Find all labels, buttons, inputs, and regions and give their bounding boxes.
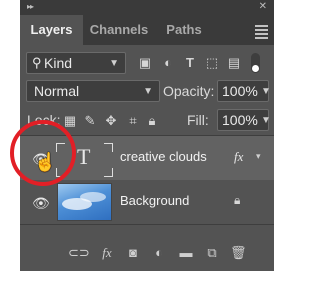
layers-footer-bar: ⊂⊃ fx ◙ ◐ ▬ ⧉ 🗑︎ (20, 233, 274, 271)
blend-mode-select[interactable]: Normal ▼ (26, 80, 160, 102)
filter-smart-objects-icon[interactable]: ▤ (226, 55, 242, 71)
layer-name[interactable]: creative clouds (120, 149, 207, 164)
lock-all-icon[interactable]: 🔒︎ (145, 113, 159, 129)
panel-tab-bar: Layers Channels Paths (20, 15, 274, 45)
fill-value: 100% (222, 112, 258, 128)
blend-mode-value: Normal (34, 83, 80, 99)
fill-chevron-icon[interactable]: ▼ (261, 115, 271, 126)
search-icon: ⚲ (32, 55, 42, 70)
add-mask-icon[interactable]: ◙ (125, 245, 141, 260)
opacity-value: 100% (222, 83, 258, 99)
background-layer-thumbnail (57, 183, 112, 221)
tab-channels[interactable]: Channels (83, 15, 155, 45)
expand-effects-chevron-icon[interactable]: ▾ (256, 151, 261, 162)
new-group-icon[interactable]: ▬ (178, 245, 194, 260)
thumb-corner-br (104, 168, 113, 177)
link-layers-icon[interactable]: ⊂⊃ (68, 245, 90, 261)
filter-toggle-knob (252, 65, 259, 72)
layer-name[interactable]: Background (120, 193, 189, 208)
opacity-chevron-icon[interactable]: ▼ (261, 86, 271, 97)
lock-image-pixels-icon[interactable]: ✎ (83, 113, 97, 129)
cloud-shape (80, 192, 106, 202)
type-glyph: T (77, 144, 91, 169)
close-panel-icon[interactable]: ✕ (259, 1, 267, 12)
filter-shape-layers-icon[interactable]: ⬚ (204, 55, 220, 71)
filter-type-layers-icon[interactable]: T (182, 55, 198, 71)
divider (20, 224, 274, 225)
visibility-eye-icon[interactable]: 👁︎ (32, 195, 50, 212)
hand-cursor-icon: ☝ (34, 152, 57, 172)
panel-menu-icon[interactable] (255, 25, 268, 41)
lock-position-icon[interactable]: ✥ (104, 113, 118, 129)
new-layer-icon[interactable]: ⧉ (204, 245, 220, 261)
collapse-panel-icon[interactable]: ▸▸ (27, 2, 34, 11)
lock-artboard-icon[interactable]: ⌗ (126, 113, 140, 129)
filter-kind-label: Kind (44, 55, 73, 71)
chevron-down-icon: ▼ (143, 86, 153, 97)
filter-adjustment-layers-icon[interactable]: ◐ (160, 55, 176, 71)
new-adjustment-layer-icon[interactable]: ◐ (151, 245, 167, 260)
opacity-label: Opacity: (163, 83, 215, 99)
filter-toggle-switch[interactable] (251, 53, 260, 73)
fill-label: Fill: (187, 112, 209, 128)
lock-transparent-pixels-icon[interactable]: ▦ (63, 113, 77, 129)
tab-layers[interactable]: Layers (20, 15, 83, 45)
layer-effects-icon[interactable]: fx (234, 149, 243, 165)
tab-paths[interactable]: Paths (155, 15, 213, 45)
filter-kind-select[interactable]: ⚲ Kind ▼ (26, 52, 126, 74)
delete-layer-icon[interactable]: 🗑︎ (230, 245, 247, 261)
thumb-corner-tr (104, 143, 113, 152)
chevron-down-icon: ▼ (109, 58, 119, 69)
panel-title-strip: ▸▸ ✕ (20, 0, 274, 15)
layer-row-background[interactable]: 👁︎ Background 🔒︎ (20, 180, 274, 224)
lock-icon: 🔒︎ (234, 193, 241, 207)
filter-pixel-layers-icon[interactable]: ▣ (137, 55, 153, 71)
add-layer-style-icon[interactable]: fx (99, 245, 115, 261)
